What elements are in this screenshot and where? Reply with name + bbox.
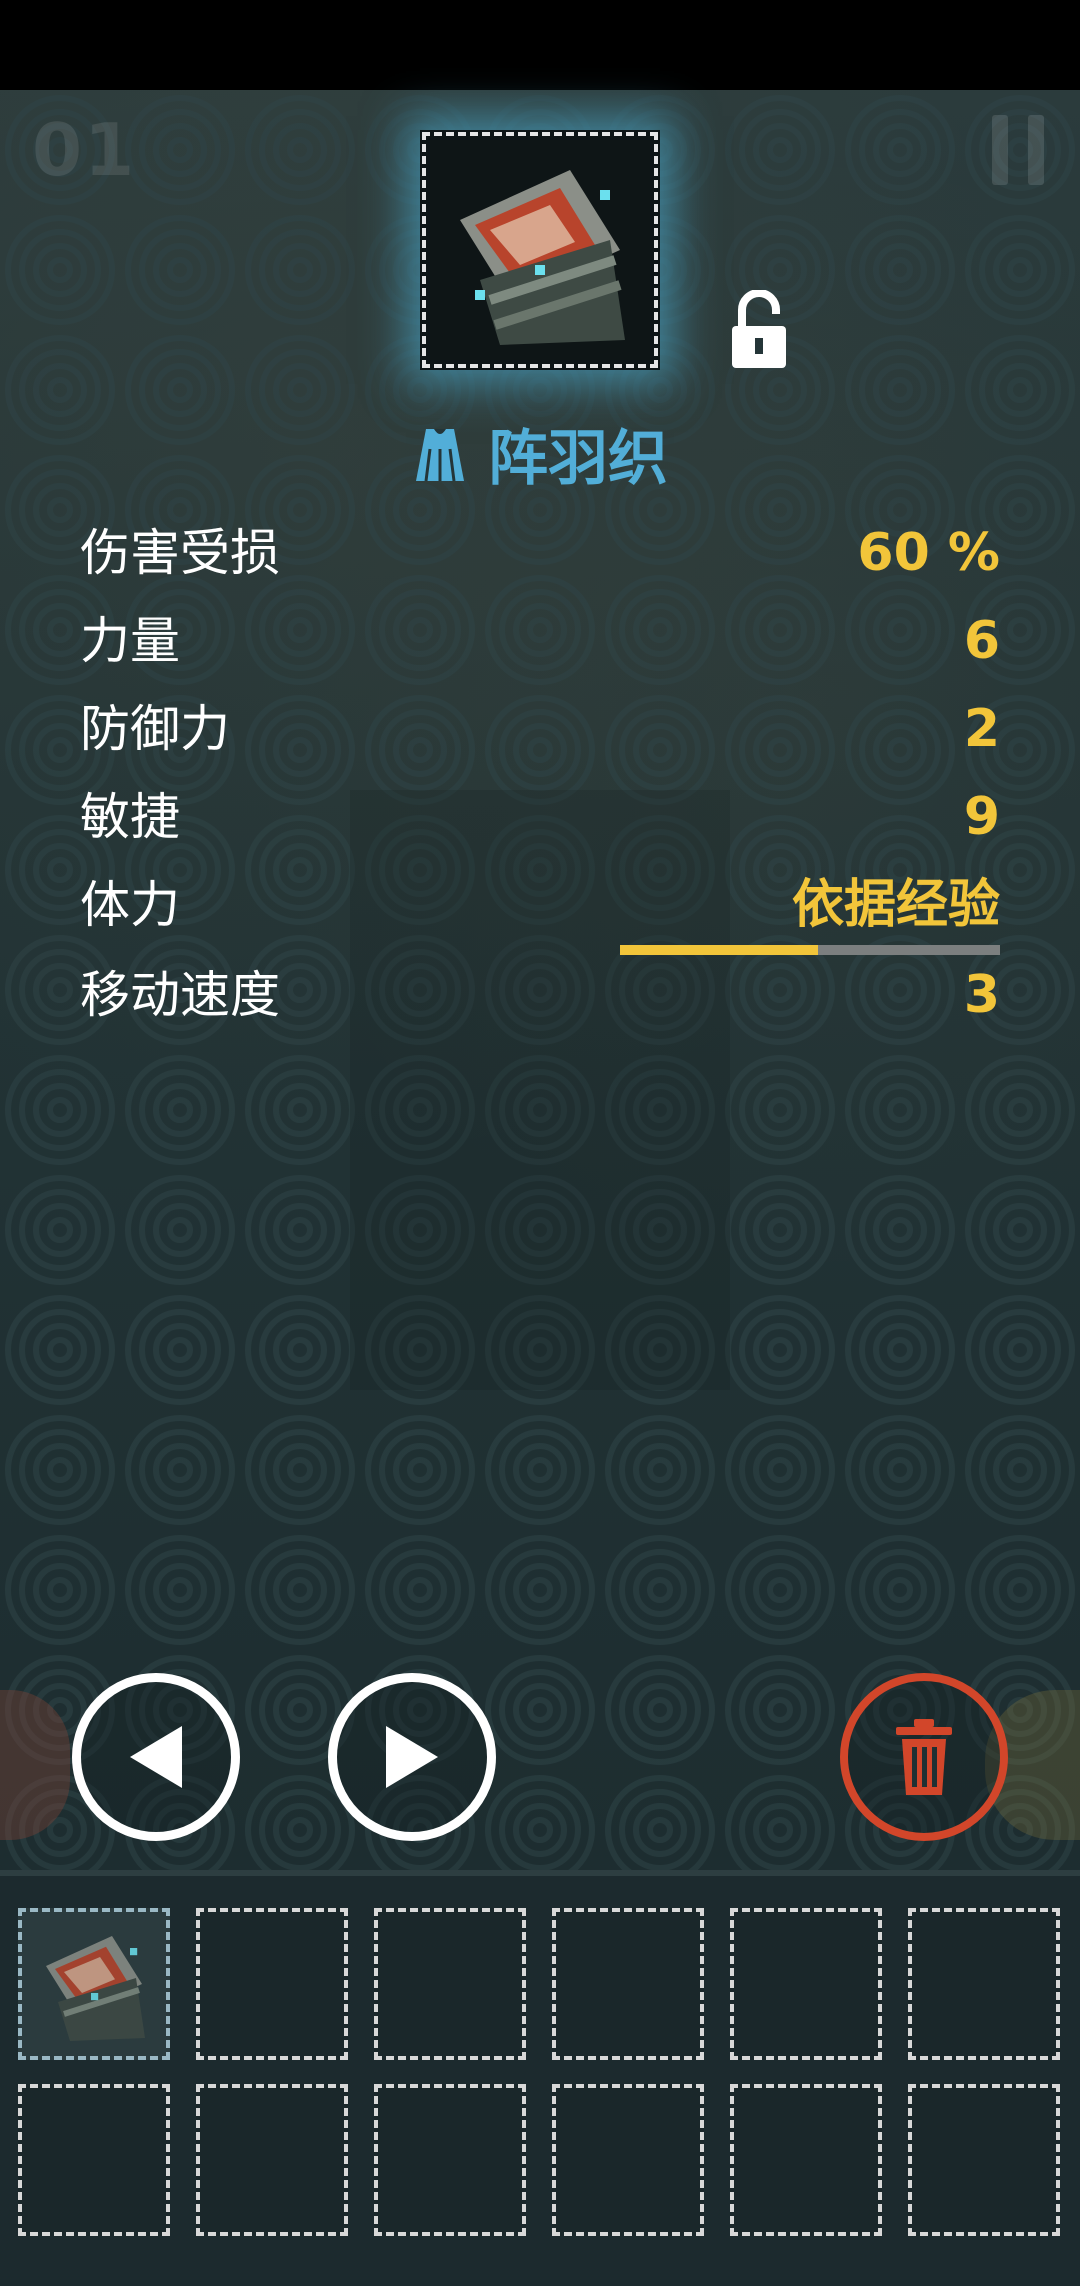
inventory-slot-8[interactable] (196, 2084, 348, 2236)
stat-damage-taken: 伤害受损 60 % (80, 518, 1000, 588)
triangle-right-icon (386, 1726, 438, 1788)
item-name: 阵羽织 (488, 424, 668, 494)
stat-move-speed: 移动速度 3 (80, 960, 1000, 1030)
previous-item-button[interactable] (72, 1673, 240, 1841)
inventory-slot-4[interactable] (552, 1908, 704, 2060)
stat-strength: 力量 6 (80, 606, 1000, 676)
next-item-button[interactable] (328, 1673, 496, 1841)
stamina-progress-fill (620, 945, 818, 955)
item-title: 阵羽织 (0, 410, 1080, 500)
robe-icon (416, 428, 464, 481)
stat-label: 敏捷 (80, 788, 180, 846)
stat-value: 3 (963, 965, 1000, 1025)
stat-label: 移动速度 (80, 966, 280, 1024)
stamina-progress-bar (620, 945, 1000, 955)
inventory-grid (0, 1870, 1080, 2286)
inventory-slot-3[interactable] (374, 1908, 526, 2060)
trash-icon (896, 1719, 952, 1795)
stat-label: 伤害受损 (80, 524, 280, 582)
inventory-slot-10[interactable] (552, 2084, 704, 2236)
status-bar (0, 0, 1080, 90)
haori-armor-sprite (46, 1936, 145, 2041)
stat-label: 防御力 (80, 700, 230, 758)
stat-label: 力量 (80, 612, 180, 670)
inventory-slot-2[interactable] (196, 1908, 348, 2060)
inventory-slot-12[interactable] (908, 2084, 1060, 2236)
inventory-slot-9[interactable] (374, 2084, 526, 2236)
stat-value: 依据经验 (791, 875, 1000, 935)
triangle-left-icon (130, 1726, 182, 1788)
inventory-slot-1[interactable] (18, 1908, 170, 2060)
stat-value: 9 (963, 787, 1000, 847)
stat-label: 体力 (80, 876, 180, 934)
inventory-slot-6[interactable] (908, 1908, 1060, 2060)
stat-agility: 敏捷 9 (80, 782, 1000, 852)
inventory-slot-5[interactable] (730, 1908, 882, 2060)
item-preview (420, 130, 660, 370)
level-counter: 01 (32, 108, 137, 192)
stat-value: 60 % (857, 523, 1000, 583)
haori-armor-sprite (460, 170, 625, 345)
pause-icon[interactable] (992, 115, 1044, 185)
stat-defense: 防御力 2 (80, 694, 1000, 764)
stat-stamina: 体力 依据经验 (80, 870, 1000, 940)
inventory-slot-7[interactable] (18, 2084, 170, 2236)
stat-value: 6 (963, 611, 1000, 671)
stat-value: 2 (963, 699, 1000, 759)
unlocked-padlock-icon[interactable] (728, 290, 790, 370)
delete-item-button[interactable] (840, 1673, 1008, 1841)
inventory-slot-11[interactable] (730, 2084, 882, 2236)
